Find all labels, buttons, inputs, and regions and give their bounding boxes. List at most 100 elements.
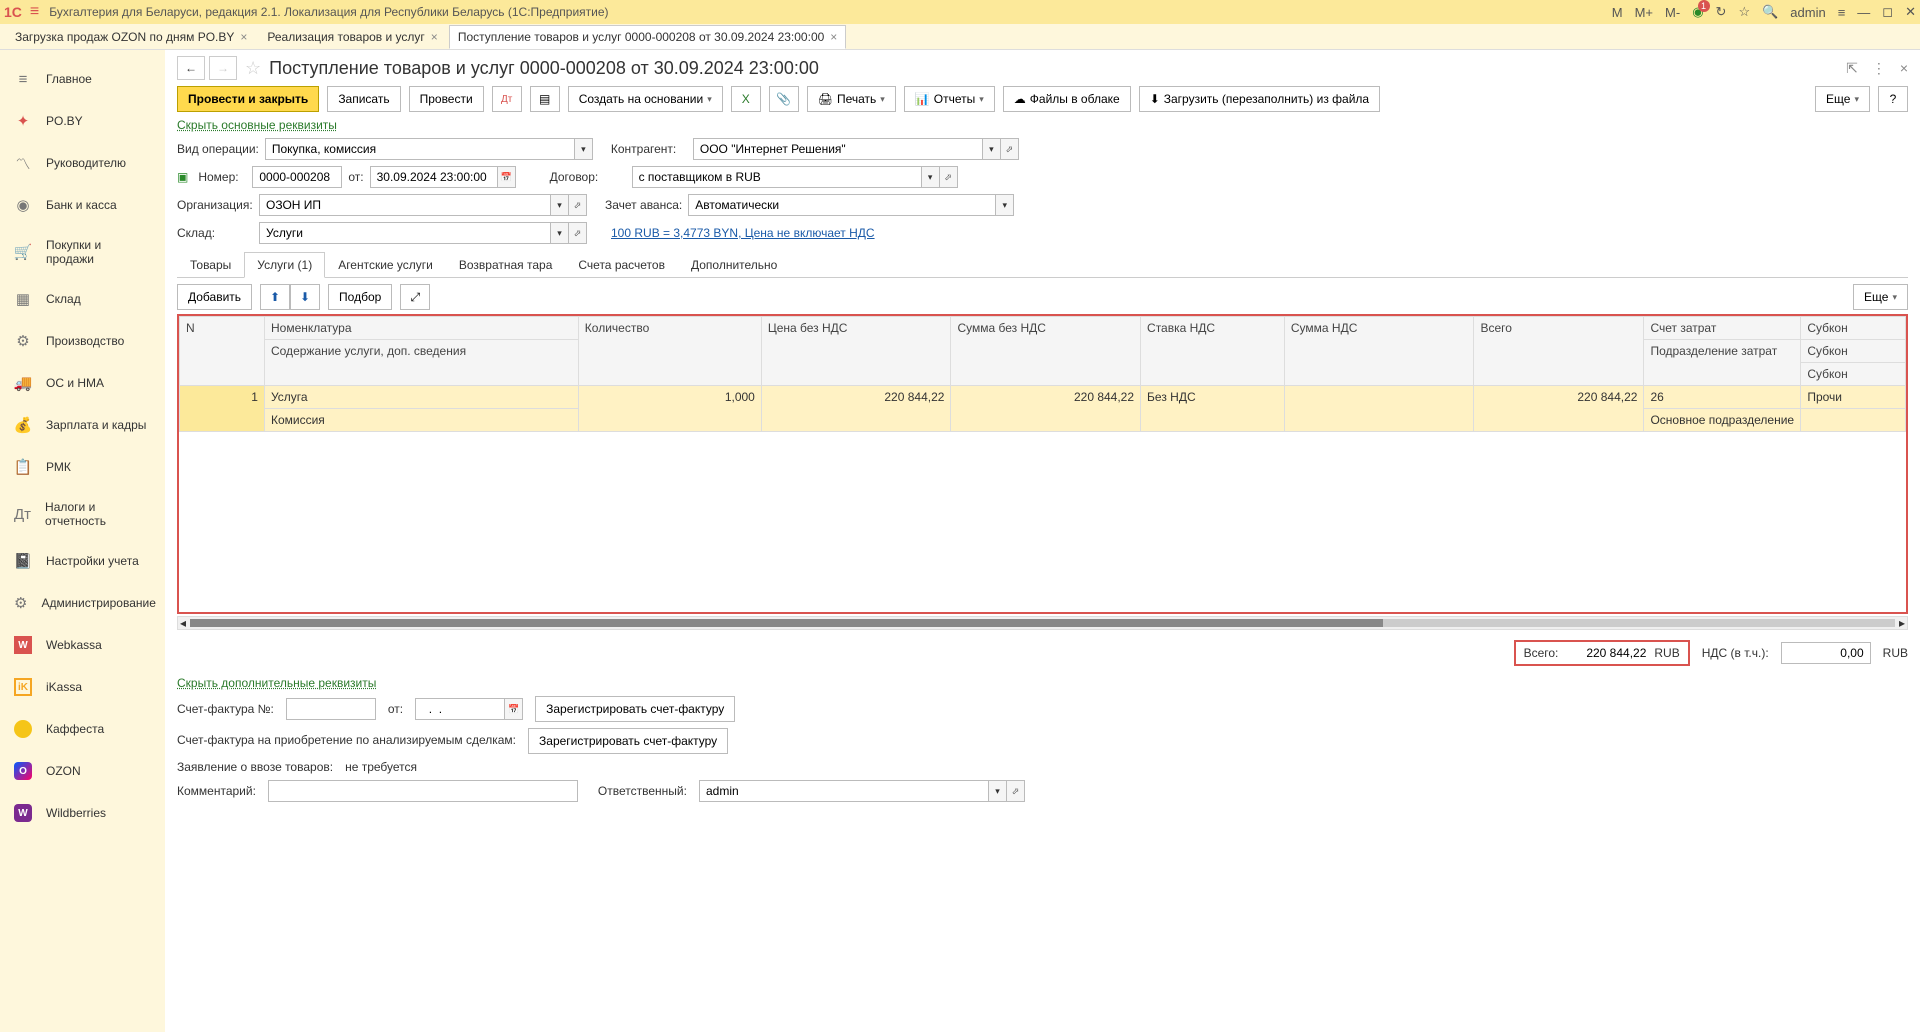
sidebar-item-wildberries[interactable]: WWildberries [0,792,165,834]
open-icon[interactable]: ⬀ [569,222,587,244]
history-icon[interactable]: ↻ [1716,4,1727,20]
sidebar-item-admin[interactable]: ⚙Администрирование [0,582,165,624]
open-icon[interactable]: ⬀ [940,166,958,188]
move-down-button[interactable]: ⬇ [290,284,320,310]
tab-close-icon[interactable]: × [240,30,247,44]
date-input[interactable] [370,166,498,188]
cell-vat-sum[interactable] [1284,386,1474,432]
cloud-files-button[interactable]: ☁ Файлы в облаке [1003,86,1131,112]
tab-1[interactable]: Реализация товаров и услуг× [258,25,446,49]
register-invoice2-button[interactable]: Зарегистрировать счет-фактуру [528,728,728,754]
tab-2[interactable]: Поступление товаров и услуг 0000-000208 … [449,25,847,49]
favorite-icon[interactable]: ☆ [1738,4,1750,20]
dropdown-icon[interactable]: ▾ [996,194,1014,216]
table-row[interactable]: 1 Услуга 1,000 220 844,22 220 844,22 Без… [180,386,1906,409]
create-based-button[interactable]: Создать на основании▾ [568,86,723,112]
memory-m-minus[interactable]: M- [1665,5,1680,20]
doc-tab-goods[interactable]: Товары [177,252,244,278]
org-input[interactable] [259,194,551,216]
tab-close-icon[interactable]: × [431,30,438,44]
cell-total[interactable]: 220 844,22 [1474,386,1644,432]
sidebar-item-salary[interactable]: 💰Зарплата и кадры [0,404,165,446]
dropdown-icon[interactable]: ▾ [575,138,593,160]
cell-nomenclature[interactable]: Услуга [264,386,578,409]
print-button[interactable]: 🖨 Печать▾ [807,86,896,112]
dropdown-icon[interactable]: ▾ [983,138,1001,160]
menu-icon[interactable]: ≡ [30,3,39,21]
contract-input[interactable] [632,166,922,188]
help-button[interactable]: ? [1878,86,1908,112]
comment-input[interactable] [268,780,578,802]
responsible-input[interactable] [699,780,989,802]
search-icon[interactable]: 🔍 [1762,4,1778,20]
tab-0[interactable]: Загрузка продаж OZON по дням PO.BY× [6,25,256,49]
horizontal-scrollbar[interactable]: ◂ ▸ [177,616,1908,630]
dropdown-icon[interactable]: ▾ [551,194,569,216]
calendar-icon[interactable]: 📅 [505,698,523,720]
hide-extra-link[interactable]: Скрыть дополнительные реквизиты [177,676,376,690]
counterparty-input[interactable] [693,138,983,160]
save-button[interactable]: Записать [327,86,400,112]
cell-cost-acc-sub[interactable]: Основное подразделение [1644,409,1801,432]
maximize-icon[interactable]: ◻ [1882,4,1893,20]
doc-tab-services[interactable]: Услуги (1) [244,252,325,278]
table-more-button[interactable]: Еще▾ [1853,284,1908,310]
sidebar-item-warehouse[interactable]: ▦Склад [0,278,165,320]
advance-input[interactable] [688,194,996,216]
sidebar-item-taxes[interactable]: ДтНалоги и отчетность [0,488,165,540]
memory-m-plus[interactable]: M+ [1635,5,1653,20]
link-icon[interactable]: ⇱ [1846,60,1858,77]
sidebar-item-production[interactable]: ⚙Производство [0,320,165,362]
sidebar-item-rmk[interactable]: 📋РМК [0,446,165,488]
dropdown-icon[interactable]: ▾ [922,166,940,188]
favorite-star-icon[interactable]: ☆ [245,58,261,79]
select-button[interactable]: Подбор [328,284,392,310]
tab-close-icon[interactable]: × [830,30,837,44]
hide-main-link[interactable]: Скрыть основные реквизиты [177,118,337,132]
sidebar-item-sales[interactable]: 🛒Покупки и продажи [0,226,165,278]
debit-credit-icon[interactable]: Дт [492,86,522,112]
memory-m[interactable]: M [1612,5,1623,20]
invoice-num-input[interactable] [286,698,376,720]
back-button[interactable]: ← [177,56,205,80]
sidebar-item-webkassa[interactable]: WWebkassa [0,624,165,666]
register-invoice-button[interactable]: Зарегистрировать счет-фактуру [535,696,735,722]
more-button[interactable]: Еще▾ [1815,86,1870,112]
scroll-right-icon[interactable]: ▸ [1899,616,1905,630]
settings-icon[interactable]: ≡ [1838,5,1846,20]
reports-button[interactable]: 📊 Отчеты▾ [904,86,995,112]
structure-icon[interactable]: ▤ [530,86,560,112]
sidebar-item-assets[interactable]: 🚚ОС и НМА [0,362,165,404]
post-button[interactable]: Провести [409,86,484,112]
sidebar-item-bank[interactable]: ◉Банк и касса [0,184,165,226]
more-icon[interactable]: ⋮ [1872,60,1886,77]
open-icon[interactable]: ⬀ [569,194,587,216]
invoice-date-input[interactable] [415,698,505,720]
dropdown-icon[interactable]: ▾ [989,780,1007,802]
open-icon[interactable]: ⬀ [1007,780,1025,802]
attach-icon[interactable]: 📎 [769,86,799,112]
close-page-icon[interactable]: × [1900,60,1908,76]
post-close-button[interactable]: Провести и закрыть [177,86,319,112]
cell-subcon[interactable]: Прочи [1801,386,1906,409]
doc-tab-agent[interactable]: Агентские услуги [325,252,446,278]
user-name[interactable]: admin [1790,5,1825,20]
cell-price[interactable]: 220 844,22 [761,386,951,432]
sidebar-item-poby[interactable]: ✦PO.BY [0,100,165,142]
sidebar-item-ozon[interactable]: OOZON [0,750,165,792]
load-from-file-button[interactable]: ⬇ Загрузить (перезаполнить) из файла [1139,86,1380,112]
cell-cost-account[interactable]: 26 [1644,386,1801,409]
sidebar-item-settings[interactable]: 📓Настройки учета [0,540,165,582]
move-up-button[interactable]: ⬆ [260,284,290,310]
calc-icon[interactable]: ◉1 [1692,4,1703,20]
open-icon[interactable]: ⬀ [1001,138,1019,160]
warehouse-input[interactable] [259,222,551,244]
sidebar-item-manager[interactable]: 〽Руководителю [0,142,165,184]
scroll-left-icon[interactable]: ◂ [180,616,186,630]
dropdown-icon[interactable]: ▾ [551,222,569,244]
excel-icon[interactable]: X [731,86,761,112]
number-input[interactable] [252,166,342,188]
sidebar-item-ikassa[interactable]: iKiKassa [0,666,165,708]
forward-button[interactable]: → [209,56,237,80]
cell-nom-sub[interactable]: Комиссия [264,409,578,432]
